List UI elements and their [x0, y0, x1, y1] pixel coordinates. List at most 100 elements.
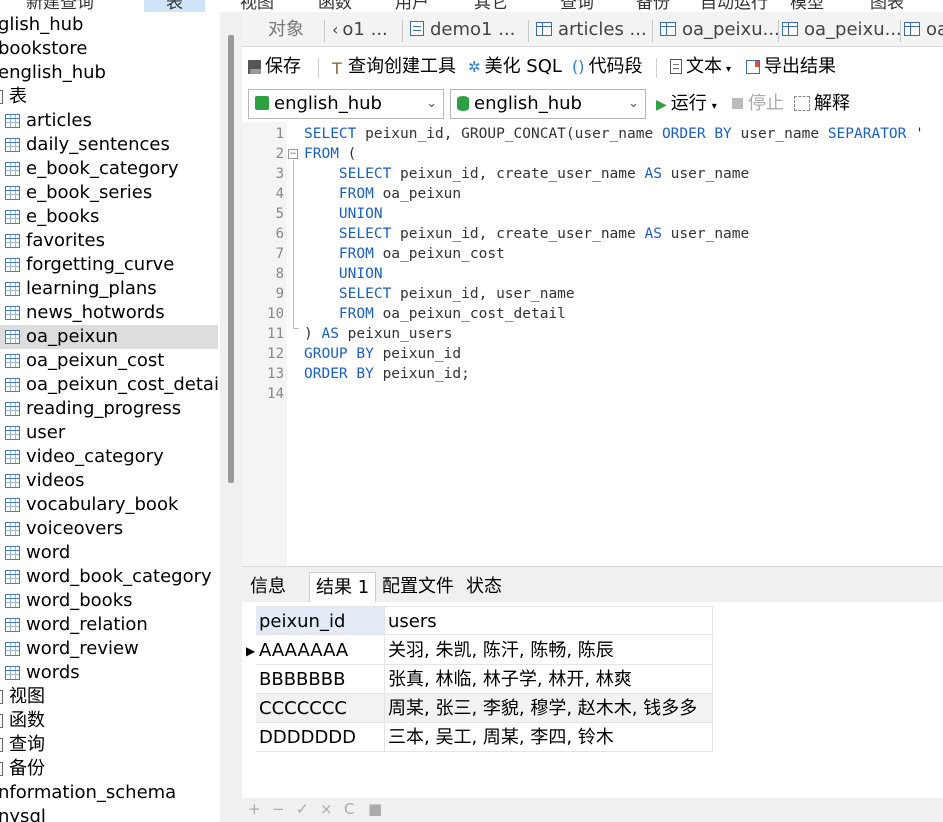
sidebar-table-item[interactable]: news_hotwords — [0, 301, 218, 325]
tab-info[interactable]: 信息 — [244, 572, 292, 603]
text-mode-button[interactable]: 文本 ▾ — [670, 54, 731, 80]
menu-item[interactable]: 自动运行 — [700, 0, 768, 12]
tab-table-oa-peixun-1[interactable]: oa_peixu... — [660, 17, 778, 45]
menu-item[interactable]: 新建查询 — [26, 0, 94, 12]
table-cell[interactable]: 三本, 吴工, 周某, 李四, 铃木 — [385, 723, 713, 752]
menu-item[interactable]: 其它 — [474, 0, 508, 12]
sidebar-folder-item[interactable]: 查询 — [0, 733, 218, 757]
code-line[interactable]: UNION — [304, 264, 383, 284]
code-line[interactable]: FROM oa_peixun — [304, 184, 461, 204]
delete-record-icon[interactable]: − — [272, 800, 285, 818]
code-line[interactable]: FROM oa_peixun_cost — [304, 244, 505, 264]
sidebar-table-item[interactable]: word_review — [0, 637, 218, 661]
code-line[interactable]: SELECT peixun_id, create_user_name AS us… — [304, 164, 749, 184]
code-line[interactable]: SELECT peixun_id, user_name — [304, 284, 575, 304]
tab-table-oa[interactable]: oa — [904, 17, 943, 45]
sidebar-table-item[interactable]: favorites — [0, 229, 218, 253]
code-line[interactable]: ORDER BY peixun_id; — [304, 364, 470, 384]
code-snippet-button[interactable]: () 代码段 — [572, 54, 642, 80]
table-cell[interactable]: DDDDDDD — [256, 723, 385, 752]
stop-button[interactable]: 停止 — [732, 91, 784, 117]
sidebar-table-item[interactable]: word — [0, 541, 218, 565]
code-line[interactable]: FROM ( — [304, 144, 356, 164]
sidebar-database-item[interactable]: bookstore — [0, 37, 218, 61]
menu-item[interactable]: 函数 — [318, 0, 352, 12]
menu-item[interactable]: 用户 — [395, 0, 429, 12]
result-grid[interactable]: peixun_id users ▶ AAAAAAA 关羽, 朱凯, 陈汗, 陈畅, 陈辰… — [242, 602, 943, 798]
sidebar-database-item[interactable]: glish_hub — [0, 13, 218, 37]
tab-table-oa-peixun-2[interactable]: oa_peixu... — [782, 17, 900, 45]
table-cell[interactable]: CCCCCCC — [256, 694, 385, 723]
sidebar-folder-item[interactable]: 函数 — [0, 709, 218, 733]
discard-changes-icon[interactable]: × — [320, 800, 333, 818]
export-results-button[interactable]: 导出结果 — [746, 54, 836, 80]
explain-button[interactable]: 解释 — [794, 91, 850, 117]
sidebar-table-item[interactable]: e_book_series — [0, 181, 218, 205]
sidebar-database-item[interactable]: nysql — [0, 805, 218, 822]
column-header[interactable]: users — [385, 606, 713, 635]
code-line[interactable]: ) AS peixun_users — [304, 324, 452, 344]
sidebar-table-item[interactable]: user — [0, 421, 218, 445]
sidebar-table-item[interactable]: forgetting_curve — [0, 253, 218, 277]
sidebar-table-item[interactable]: vocabulary_book — [0, 493, 218, 517]
menu-item[interactable]: 模型 — [790, 0, 824, 12]
sidebar-table-item[interactable]: oa_peixun_cost_detail — [0, 373, 220, 397]
sidebar-folder-item[interactable]: 表 — [0, 85, 218, 109]
table-cell[interactable]: BBBBBBB — [256, 665, 385, 694]
apply-changes-icon[interactable]: ✓ — [296, 800, 309, 818]
sidebar-table-item[interactable]: articles — [0, 109, 218, 133]
connection-select[interactable]: english_hub ⌄ — [248, 89, 444, 119]
sidebar-table-item[interactable]: e_books — [0, 205, 218, 229]
beautify-sql-button[interactable]: ✲ 美化 SQL — [468, 54, 562, 80]
database-select[interactable]: english_hub ⌄ — [450, 89, 646, 119]
table-cell[interactable]: 张真, 林临, 林子学, 林开, 林爽 — [385, 665, 713, 694]
sidebar-folder-item[interactable]: 备份 — [0, 757, 218, 781]
table-cell[interactable]: AAAAAAA — [256, 636, 385, 665]
table-cell[interactable]: 周某, 张三, 李貌, 穆学, 赵木木, 钱多多 — [385, 694, 713, 723]
refresh-icon[interactable]: C — [344, 800, 354, 818]
sidebar-table-item[interactable]: reading_progress — [0, 397, 218, 421]
sidebar-table-item[interactable]: voiceovers — [0, 517, 218, 541]
code-line[interactable]: UNION — [304, 204, 383, 224]
menu-item[interactable]: 图表 — [870, 0, 904, 12]
query-builder-button[interactable]: T 查询创建工具 — [332, 54, 456, 80]
tab-profile[interactable]: 配置文件 — [376, 572, 460, 603]
sidebar-table-item[interactable]: videos — [0, 469, 218, 493]
sidebar-table-item[interactable]: learning_plans — [0, 277, 218, 301]
menu-item[interactable]: 查询 — [560, 0, 594, 12]
stop-icon[interactable]: ■ — [368, 800, 382, 818]
sidebar-table-item[interactable]: word_books — [0, 589, 218, 613]
tab-table-articles[interactable]: articles ... — [536, 17, 652, 45]
save-button[interactable]: 保存 — [248, 54, 301, 80]
column-header[interactable]: peixun_id — [256, 606, 385, 635]
sidebar-table-item[interactable]: word_relation — [0, 613, 218, 637]
sidebar-database-item[interactable]: english_hub — [0, 61, 218, 85]
sidebar-table-item[interactable]: video_category — [0, 445, 218, 469]
sidebar-database-item[interactable]: nformation_schema — [0, 781, 218, 805]
code-line[interactable]: SELECT peixun_id, create_user_name AS us… — [304, 224, 749, 244]
fold-toggle-icon[interactable]: − — [288, 149, 298, 159]
table-cell[interactable]: 关羽, 朱凯, 陈汗, 陈畅, 陈辰 — [385, 636, 713, 665]
sidebar-table-item[interactable]: oa_peixun_cost — [0, 349, 218, 373]
code-line[interactable]: SELECT peixun_id, GROUP_CONCAT(user_name… — [304, 124, 924, 144]
tab-query-demo1[interactable]: demo1 ... — [410, 17, 528, 45]
sidebar-folder-item[interactable]: 视图 — [0, 685, 218, 709]
tab-result-1[interactable]: 结果 1 — [309, 572, 377, 603]
menu-item[interactable]: 备份 — [636, 0, 670, 12]
sidebar-table-item[interactable]: words — [0, 661, 218, 685]
sidebar-table-item[interactable]: e_book_category — [0, 157, 218, 181]
sidebar-scrollbar[interactable] — [228, 35, 234, 483]
sidebar-table-item[interactable]: word_book_category — [0, 565, 218, 589]
run-button[interactable]: ▶ 运行 ▾ — [656, 91, 717, 117]
tab-objects[interactable]: 对象 — [268, 17, 304, 45]
code-line[interactable]: FROM oa_peixun_cost_detail — [304, 304, 566, 324]
tab-status[interactable]: 状态 — [460, 572, 508, 603]
code-line[interactable]: GROUP BY peixun_id — [304, 344, 461, 364]
tab-query-o1[interactable]: ‹ o1 ... — [332, 17, 394, 45]
menu-item[interactable]: 视图 — [240, 0, 274, 12]
sidebar-table-item[interactable]: daily_sentences — [0, 133, 218, 157]
add-record-icon[interactable]: + — [248, 800, 261, 818]
sql-editor[interactable]: 1 2 3 4 5 6 7 8 9 10 11 12 13 14 SELECT peixun_id, GR… — [242, 122, 943, 566]
sidebar-table-item[interactable]: oa_peixun — [0, 325, 218, 349]
menu-item[interactable]: 表 — [144, 0, 205, 12]
